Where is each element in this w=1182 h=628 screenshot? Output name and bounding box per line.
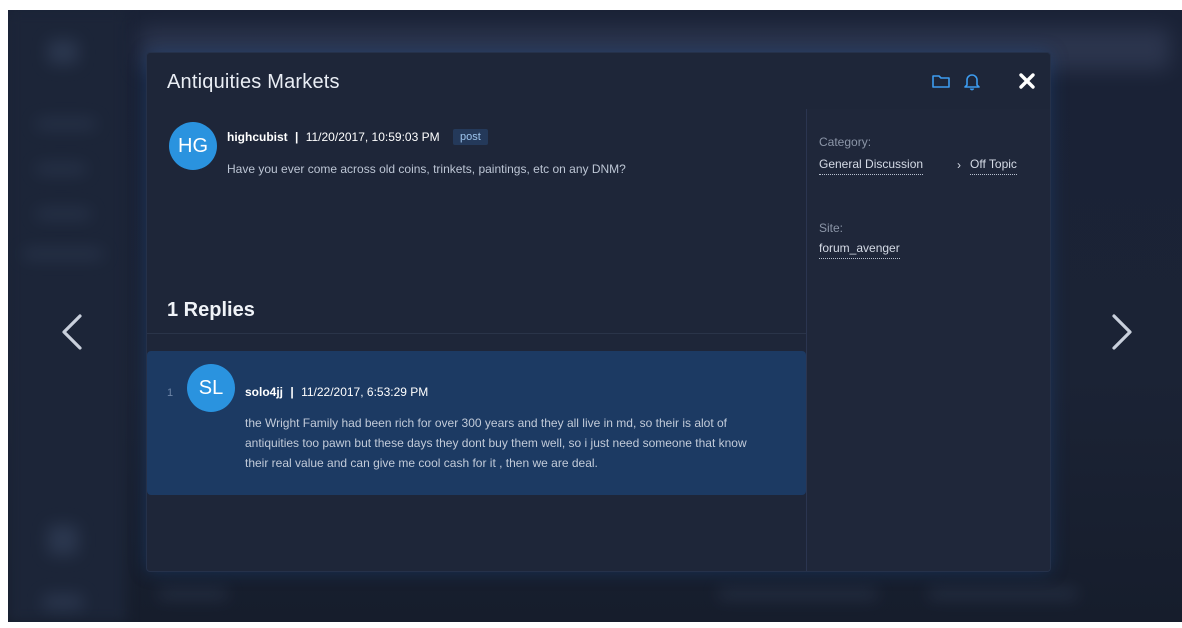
post-body: Have you ever come across old coins, tri… xyxy=(227,162,626,176)
background-footer-text xyxy=(928,590,1078,598)
category-link-off-topic[interactable]: Off Topic xyxy=(970,157,1017,175)
reply-author[interactable]: solo4jj xyxy=(245,385,283,399)
chevron-left-icon[interactable] xyxy=(60,312,84,352)
chevron-right-icon[interactable] xyxy=(1110,312,1134,352)
category-label: Category: xyxy=(819,135,872,149)
post-author[interactable]: highcubist xyxy=(227,130,288,144)
site-link[interactable]: forum_avenger xyxy=(819,241,900,259)
divider xyxy=(147,333,806,334)
meta-separator: | xyxy=(290,385,294,399)
close-icon[interactable] xyxy=(1015,69,1039,93)
background-nav-item xyxy=(23,250,103,258)
reply-timestamp: 11/22/2017, 6:53:29 PM xyxy=(301,385,429,399)
original-post: HG highcubist | 11/20/2017, 10:59:03 PM … xyxy=(167,117,787,197)
reply-index: 1 xyxy=(167,387,174,399)
avatar: HG xyxy=(169,122,217,170)
background-nav-icon xyxy=(43,595,83,609)
background-nav-icon xyxy=(48,525,78,555)
meta-separator: | xyxy=(295,130,299,144)
reply-meta: solo4jj | 11/22/2017, 6:53:29 PM xyxy=(245,385,428,399)
background-footer-text xyxy=(718,590,878,598)
chevron-right-icon: › xyxy=(957,158,961,172)
site-label: Site: xyxy=(819,221,844,235)
modal-header: Antiquities Markets xyxy=(147,53,1050,109)
thread-sidebar: Category: General Discussion › Off Topic… xyxy=(806,109,1050,571)
post-timestamp: 11/20/2017, 10:59:03 PM xyxy=(305,130,440,144)
reply-body: the Wright Family had been rich for over… xyxy=(245,416,747,470)
category-link-general-discussion[interactable]: General Discussion xyxy=(819,157,924,175)
modal-title: Antiquities Markets xyxy=(167,71,340,93)
avatar: SL xyxy=(187,364,235,412)
replies-heading: 1 Replies xyxy=(167,299,255,321)
background-nav-item xyxy=(36,165,86,173)
post-badge: post xyxy=(452,129,488,145)
bell-icon[interactable] xyxy=(962,71,982,91)
thread-main: HG highcubist | 11/20/2017, 10:59:03 PM … xyxy=(147,109,806,571)
background-nav-item xyxy=(36,210,91,218)
post-meta: highcubist | 11/20/2017, 10:59:03 PM pos… xyxy=(227,129,488,145)
reply-item: 1 SL solo4jj | 11/22/2017, 6:53:29 PM th… xyxy=(147,351,806,495)
background-footer-text xyxy=(158,590,228,598)
background-nav-item xyxy=(36,120,96,128)
thread-modal: Antiquities Markets HG highcubist | 11/2… xyxy=(147,53,1050,571)
background-logo xyxy=(48,40,78,64)
folder-icon[interactable] xyxy=(931,71,951,91)
